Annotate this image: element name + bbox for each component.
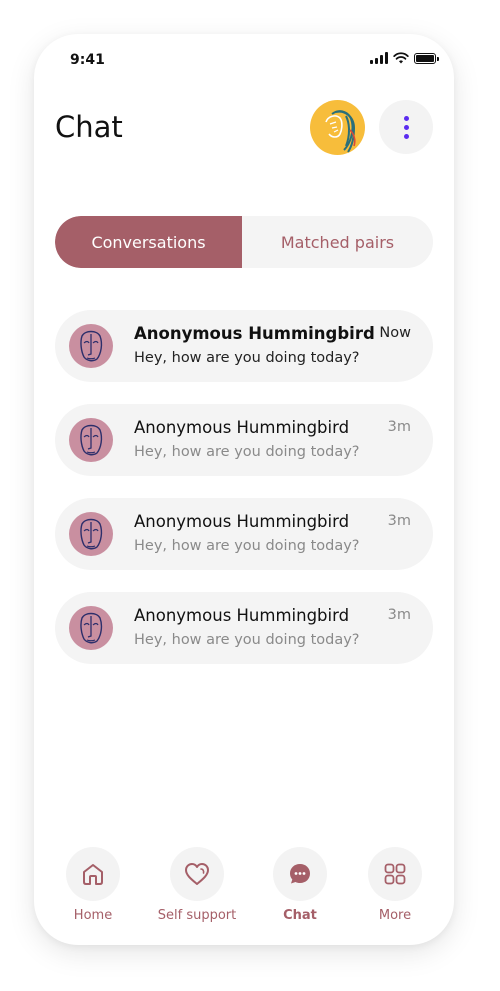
avatar-illustration-icon [325,110,356,153]
nav-home-label: Home [73,908,113,923]
conversation-name: Anonymous Hummingbird [134,512,350,531]
face-portrait-icon [80,424,103,456]
nav-self-support-label: Self support [157,908,237,923]
conversation-item[interactable]: Anonymous Hummingbird Hey, how are you d… [55,498,433,570]
nav-home[interactable]: Home [43,847,143,923]
conversation-name: Anonymous Hummingbird [134,324,375,343]
nav-self-support[interactable]: Self support [147,847,247,923]
nav-home-button[interactable] [66,847,120,901]
conversation-time: 3m [387,513,411,529]
face-portrait-icon [80,612,103,644]
chat-bubble-icon [290,864,310,884]
nav-more-label: More [378,908,412,923]
face-portrait-icon [80,330,103,362]
face-portrait-icon [80,518,103,550]
conversation-avatar [69,324,113,368]
tab-matched-pairs[interactable]: Matched pairs [242,216,433,268]
conversation-preview: Hey, how are you doing today? [134,350,360,366]
conversation-time: 3m [387,607,411,623]
signal-icon [370,52,388,64]
conversation-avatar [69,512,113,556]
battery-icon [414,52,439,64]
nav-chat-label: Chat [283,908,317,923]
conversation-time: Now [379,325,411,341]
conversation-item[interactable]: Anonymous Hummingbird Hey, how are you d… [55,592,433,664]
nav-chat-button[interactable] [273,847,327,901]
conversation-preview: Hey, how are you doing today? [134,444,360,460]
tab-conversations[interactable]: Conversations [55,216,242,268]
nav-more-button[interactable] [368,847,422,901]
more-options-button[interactable] [379,100,433,154]
status-icons [370,52,439,64]
conversation-preview: Hey, how are you doing today? [134,538,360,554]
home-icon [83,864,103,885]
nav-self-support-button[interactable] [170,847,224,901]
chat-tabs: Conversations Matched pairs [55,216,433,268]
conversation-time: 3m [387,419,411,435]
conversation-name: Anonymous Hummingbird [134,418,350,437]
conversation-item[interactable]: Anonymous Hummingbird Hey, how are you d… [55,310,433,382]
vertical-dots-icon [403,115,409,121]
conversation-avatar [69,418,113,462]
page-title: Chat [55,110,123,144]
conversation-name: Anonymous Hummingbird [134,606,350,625]
conversation-avatar [69,606,113,650]
grid-icon [384,863,406,885]
heart-icon [185,863,209,885]
conversation-preview: Hey, how are you doing today? [134,632,360,648]
nav-chat[interactable]: Chat [250,847,350,923]
status-time: 9:41 [70,52,105,68]
user-avatar[interactable] [310,100,365,155]
conversation-item[interactable]: Anonymous Hummingbird Hey, how are you d… [55,404,433,476]
nav-more[interactable]: More [345,847,445,923]
wifi-icon [393,52,409,64]
phone-screen: 9:41 Chat Conversations Matched pairs An… [34,34,454,945]
